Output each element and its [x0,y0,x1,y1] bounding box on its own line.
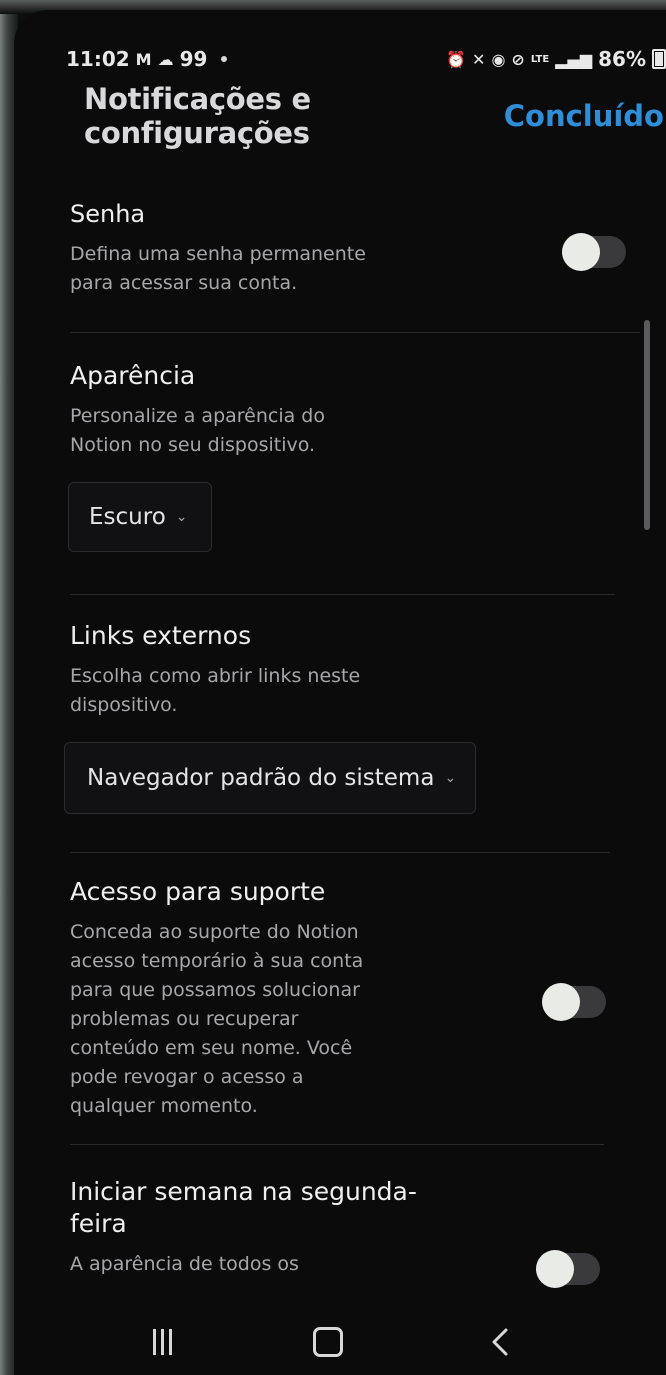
start-week-toggle[interactable] [536,1250,600,1288]
support-access-toggle[interactable] [542,983,606,1021]
alarm-icon: ⏰ [446,49,467,69]
divider [70,332,640,333]
start-week-title-line1: Iniciar semana na segunda- [70,1177,417,1206]
external-links-select[interactable]: Navegador padrão do sistema ⌄ [64,742,476,814]
chevron-down-icon: ⌄ [444,770,457,786]
more-notifications-icon [221,56,228,62]
external-links-title: Links externos [70,621,252,650]
phone-screen: 11:02 M ☁ 99 ⏰ ✕ ◉ ⊘ LTE ▂▄▆ 86% Notific… [14,10,666,1375]
divider [70,1144,604,1145]
back-icon [492,1328,508,1356]
chevron-down-icon: ⌄ [175,509,188,525]
appearance-desc-line1: Personalize a aparência do [70,405,325,427]
notification-count: 99 [179,47,208,71]
app-header: Notificações e configurações Concluído [84,82,664,150]
external-links-setting: Links externos Escolha como abrir links … [70,620,640,720]
gmail-icon: M [135,49,152,69]
divider [70,852,610,853]
battery-percent: 86% [598,47,646,71]
external-links-desc-line2: dispositivo. [70,694,178,716]
appearance-setting: Aparência Personalize a aparência do Not… [70,360,640,460]
dnd-icon: ⊘ [511,49,525,69]
appearance-desc-line2: Notion no seu dispositivo. [70,434,316,456]
recents-icon [152,1329,172,1355]
wifi-icon: ◉ [491,49,506,69]
support-access-desc-line: pode revogar o acesso a [70,1066,304,1088]
cloud-icon: ☁ [157,49,174,69]
status-time: 11:02 [66,47,130,71]
support-access-title: Acesso para suporte [70,877,326,906]
appearance-value: Escuro [89,504,166,530]
password-toggle[interactable] [562,233,626,271]
volte-icon: LTE [530,53,550,65]
status-right: ⏰ ✕ ◉ ⊘ LTE ▂▄▆ 86% [446,47,666,71]
external-links-value: Navegador padrão do sistema [87,765,435,791]
toggle-knob [562,233,600,271]
start-week-title-line2: feira [70,1209,127,1238]
mute-icon: ✕ [472,49,486,69]
password-setting: Senha Defina uma senha permanente para a… [70,198,640,298]
support-access-desc-line: conteúdo em seu nome. Você [70,1037,353,1059]
support-access-desc-line: acesso temporário à sua conta [70,950,364,972]
start-week-monday-setting: Iniciar semana na segunda- feira A aparê… [70,1176,530,1279]
done-button[interactable]: Concluído [504,99,664,133]
home-icon [313,1327,343,1357]
status-left: 11:02 M ☁ 99 [66,47,228,71]
external-links-desc-line1: Escolha como abrir links neste [70,665,361,687]
toggle-knob [536,1250,574,1288]
toggle-knob [542,983,580,1021]
recents-button[interactable] [144,1322,180,1362]
signal-icon: ▂▄▆ [555,49,593,69]
battery-icon [652,49,666,69]
home-button[interactable] [308,1322,348,1362]
status-bar: 11:02 M ☁ 99 ⏰ ✕ ◉ ⊘ LTE ▂▄▆ 86% [66,44,666,74]
appearance-select[interactable]: Escuro ⌄ [68,482,212,552]
start-week-desc-line1: A aparência de todos os [70,1253,299,1275]
password-desc-line2: para acessar sua conta. [70,272,298,294]
appearance-title: Aparência [70,361,196,390]
back-button[interactable] [482,1322,518,1362]
password-title: Senha [70,200,146,228]
password-desc-line1: Defina uma senha permanente [70,243,366,265]
system-nav-bar [14,1310,666,1375]
divider [70,594,615,595]
support-access-desc-line: Conceda ao suporte do Notion [70,921,359,943]
support-access-desc-line: qualquer momento. [70,1095,258,1117]
page-title: Notificações e configurações [84,82,311,150]
scrollbar[interactable] [644,320,650,530]
